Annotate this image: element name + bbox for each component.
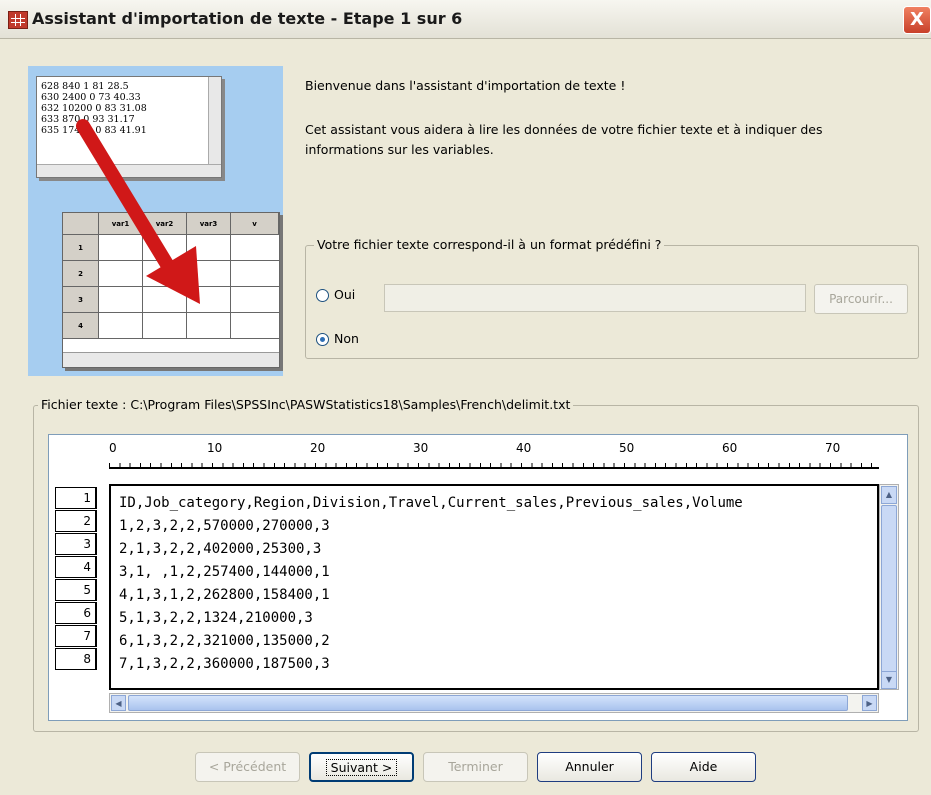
row-number: 3	[55, 533, 97, 555]
scroll-right-icon[interactable]: ▶	[862, 695, 877, 711]
predefined-format-legend: Votre fichier texte correspond-il à un f…	[314, 237, 665, 252]
browse-button[interactable]: Parcourir...	[814, 284, 908, 314]
file-line: 3,1, ,1,2,257400,144000,1	[119, 564, 330, 580]
next-button-label: Suivant >	[325, 759, 398, 776]
window-title: Assistant d'importation de texte - Etape…	[32, 9, 463, 28]
scroll-down-icon[interactable]: ▼	[881, 671, 897, 689]
file-line: 1,2,3,2,2,570000,270000,3	[119, 518, 330, 534]
ruler-label: 10	[207, 441, 223, 455]
text-file-legend: Fichier texte : C:\Program Files\SPSSInc…	[38, 397, 574, 412]
file-preview-panel: 0 10 20 30 40 50 60 70 1 2 3 4 5 6 7 8 I…	[48, 434, 908, 721]
previous-button[interactable]: < Précédent	[195, 752, 300, 782]
row-number: 2	[55, 510, 97, 532]
horizontal-scrollbar[interactable]: ◀ ▶	[109, 693, 879, 713]
predefined-format-group: Votre fichier texte correspond-il à un f…	[305, 237, 919, 359]
cancel-button[interactable]: Annuler	[537, 752, 642, 782]
file-line: 6,1,3,2,2,321000,135000,2	[119, 633, 330, 649]
row-number: 4	[55, 556, 97, 578]
file-line: 5,1,3,2,2,1324,210000,3	[119, 610, 313, 626]
row-number-column: 1 2 3 4 5 6 7 8	[55, 487, 97, 671]
row-number: 6	[55, 602, 97, 624]
ruler-label: 20	[310, 441, 326, 455]
description-text: Cet assistant vous aidera à lire les don…	[305, 122, 823, 157]
wizard-illustration: 628 840 1 81 28.5 630 2400 0 73 40.33 63…	[28, 66, 283, 376]
non-radio[interactable]	[316, 333, 329, 346]
row-number: 7	[55, 625, 97, 647]
scroll-left-icon[interactable]: ◀	[111, 695, 126, 711]
file-line: ID,Job_category,Region,Division,Travel,C…	[119, 495, 743, 511]
row-number: 1	[55, 487, 97, 509]
ruler-label: 70	[825, 441, 841, 455]
spss-app-icon	[8, 11, 28, 29]
text-file-group: Fichier texte : C:\Program Files\SPSSInc…	[33, 397, 919, 732]
file-line: 7,1,3,2,2,360000,187500,3	[119, 656, 330, 672]
welcome-text: Bienvenue dans l'assistant d'importation…	[305, 78, 626, 93]
column-ruler[interactable]: 0 10 20 30 40 50 60 70	[109, 435, 879, 471]
ruler-label: 60	[722, 441, 738, 455]
ruler-label: 0	[109, 441, 117, 455]
vertical-scroll-thumb[interactable]	[881, 505, 897, 673]
next-button[interactable]: Suivant >	[309, 752, 414, 782]
file-line: 4,1,3,1,2,262800,158400,1	[119, 587, 330, 603]
ruler-label: 30	[413, 441, 429, 455]
oui-radio[interactable]	[316, 289, 329, 302]
finish-button[interactable]: Terminer	[423, 752, 528, 782]
horizontal-scroll-thumb[interactable]	[128, 695, 848, 711]
vertical-scrollbar[interactable]: ▲ ▼	[879, 484, 899, 690]
non-label[interactable]: Non	[334, 331, 359, 346]
scroll-up-icon[interactable]: ▲	[881, 486, 897, 504]
oui-label[interactable]: Oui	[334, 287, 355, 302]
close-button[interactable]: X	[903, 6, 931, 34]
ruler-ticks	[109, 457, 879, 469]
row-number: 8	[55, 648, 97, 670]
help-button[interactable]: Aide	[651, 752, 756, 782]
ruler-label: 40	[516, 441, 532, 455]
file-line: 2,1,3,2,2,402000,25300,3	[119, 541, 322, 557]
red-arrow-icon	[76, 119, 200, 304]
file-content-view[interactable]: ID,Job_category,Region,Division,Travel,C…	[109, 484, 879, 690]
title-bar: Assistant d'importation de texte - Etape…	[0, 0, 931, 39]
ruler-label: 50	[619, 441, 635, 455]
format-path-input[interactable]	[384, 284, 806, 312]
row-number: 5	[55, 579, 97, 601]
